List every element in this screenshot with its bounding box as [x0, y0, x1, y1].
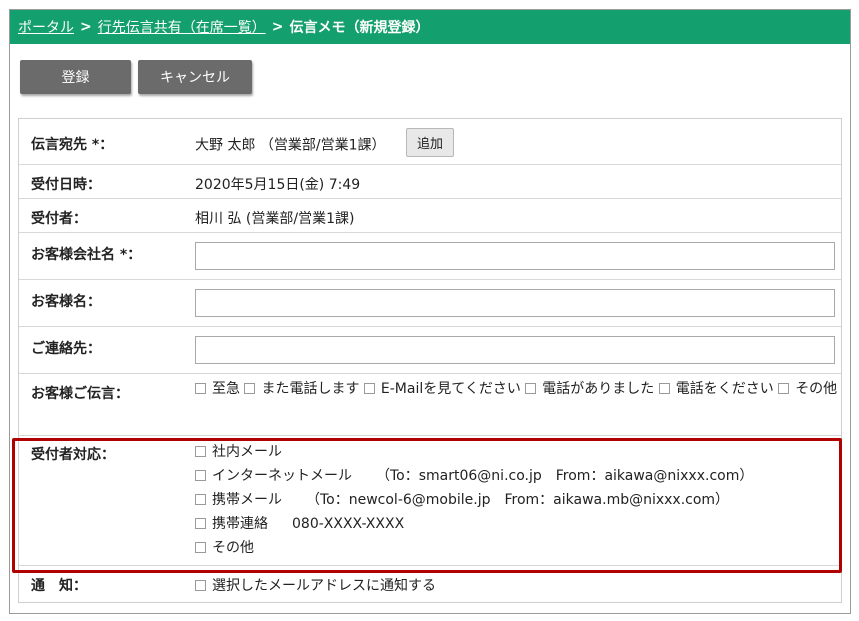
urgent-checkbox[interactable] [195, 382, 206, 394]
company-label: お客様会社名 *： [31, 247, 142, 263]
breadcrumb-separator: > [271, 19, 284, 35]
will-call-again-checkbox[interactable] [244, 382, 256, 394]
response-label: 受付者対応： [31, 447, 115, 463]
notify-row: 通 知： 選択したメールアドレスに通知する [19, 566, 841, 602]
receiver-row: 受付者： 相川 弘 (営業部/営業1課) [19, 199, 841, 233]
contact-label: ご連絡先： [31, 341, 101, 357]
destination-row: 伝言宛先 *： 大野 太郎 （営業部/営業1課） 追加 [19, 119, 841, 165]
received-at-label: 受付日時： [31, 177, 101, 193]
company-row: お客様会社名 *： [19, 233, 841, 280]
see-email-label: E-Mailを見てください [380, 381, 521, 397]
please-call-checkbox[interactable] [658, 382, 670, 394]
breadcrumb: ポータル > 行先伝言共有（在席一覧） > 伝言メモ（新規登録） [10, 10, 850, 44]
urgent-label: 至急 [212, 381, 240, 397]
customer-message-options: 至急 また電話します E-Mailを見てください 電話がありました 電話をくださ… [195, 374, 841, 435]
had-call-label: 電話がありました [542, 381, 655, 397]
internet-mail-checkbox[interactable] [195, 469, 206, 481]
mobile-contact-number: 080-XXXX-XXXX [292, 516, 405, 532]
contact-row: ご連絡先： [19, 327, 841, 374]
customer-name-input[interactable] [195, 289, 835, 317]
company-input[interactable] [195, 242, 835, 270]
destination-label: 伝言宛先 *： [31, 137, 114, 153]
register-button[interactable]: 登録 [20, 60, 131, 94]
cancel-button[interactable]: キャンセル [138, 60, 252, 94]
contact-input[interactable] [195, 336, 835, 364]
other-message-label: その他 [795, 381, 838, 397]
received-at-row: 受付日時： 2020年5月15日(金) 7:49 [19, 165, 841, 199]
customer-message-label: お客様ご伝言： [31, 386, 129, 402]
receiver-value: 相川 弘 (営業部/営業1課) [195, 211, 355, 227]
customer-message-row: お客様ご伝言： 至急 また電話します E-Mailを見てください 電話がありまし… [19, 374, 841, 436]
breadcrumb-portal-link[interactable]: ポータル [18, 17, 74, 37]
internal-mail-label: 社内メール [212, 444, 282, 460]
page-frame: ポータル > 行先伝言共有（在席一覧） > 伝言メモ（新規登録） 登録 キャンセ… [9, 9, 851, 614]
other-response-checkbox[interactable] [195, 541, 206, 553]
response-options: 社内メール インターネットメール （To：smart06@ni.co.jp Fro… [195, 436, 841, 565]
mobile-mail-checkbox[interactable] [195, 493, 206, 505]
breadcrumb-list-link[interactable]: 行先伝言共有（在席一覧） [98, 17, 266, 37]
add-destination-button[interactable]: 追加 [405, 128, 454, 157]
notify-checkbox[interactable] [195, 579, 206, 591]
internet-mail-label: インターネットメール [212, 468, 352, 484]
had-call-checkbox[interactable] [525, 382, 537, 394]
notify-label: 通 知： [31, 578, 87, 594]
customer-name-label: お客様名： [31, 294, 101, 310]
internal-mail-checkbox[interactable] [195, 445, 206, 457]
response-row: 受付者対応： 社内メール インターネットメール （To：smart06@ni.co… [19, 436, 841, 566]
other-message-checkbox[interactable] [778, 382, 790, 394]
memo-form: 伝言宛先 *： 大野 太郎 （営業部/営業1課） 追加 受付日時： 2020年5… [18, 118, 842, 603]
toolbar: 登録 キャンセル [10, 44, 850, 106]
destination-value: 大野 太郎 （営業部/営業1課） [195, 137, 386, 154]
please-call-label: 電話をください [675, 381, 774, 397]
mobile-mail-label: 携帯メール [212, 492, 282, 508]
breadcrumb-separator: > [80, 19, 92, 35]
see-email-checkbox[interactable] [363, 382, 375, 394]
will-call-again-label: また電話します [261, 381, 360, 397]
page-title: 伝言メモ（新規登録） [289, 20, 430, 36]
receiver-label: 受付者： [31, 211, 87, 227]
mobile-contact-checkbox[interactable] [195, 517, 206, 529]
mobile-mail-address: （To：newcol-6@mobile.jp From：aikawa.mb@ni… [306, 492, 730, 508]
mobile-contact-label: 携帯連絡 [212, 516, 268, 532]
internet-mail-address: （To：smart06@ni.co.jp From：aikawa@nixxx.c… [376, 468, 754, 484]
notify-option-label: 選択したメールアドレスに通知する [212, 578, 436, 594]
other-response-label: その他 [212, 540, 254, 556]
customer-name-row: お客様名： [19, 280, 841, 327]
received-at-value: 2020年5月15日(金) 7:49 [195, 177, 361, 193]
